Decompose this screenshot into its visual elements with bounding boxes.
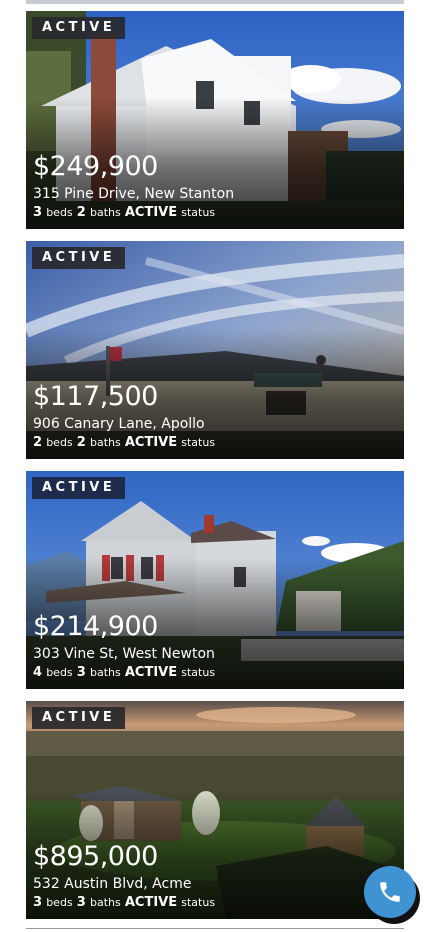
listing-address: 303 Vine St, West Newton [33,646,215,662]
status-label: status [181,896,216,909]
status-label: status [181,436,216,449]
baths-count: 3 [76,895,86,910]
status-value: ACTIVE [124,205,178,220]
status-badge: ACTIVE [32,707,126,729]
phone-icon [380,882,400,902]
listing-address: 315 Pine Drive, New Stanton [33,186,235,202]
status-value: ACTIVE [124,895,178,910]
baths-label: baths [89,206,121,219]
baths-label: baths [89,666,121,679]
baths-count: 2 [76,435,86,450]
baths-label: baths [89,436,121,449]
listing-info: $249,900 315 Pine Drive, New Stanton 3 b… [33,151,234,222]
call-button[interactable] [364,866,416,918]
status-label: status [181,666,216,679]
beds-count: 4 [33,665,43,680]
status-value: ACTIVE [124,665,178,680]
listing-card[interactable]: ACTIVE $249,900 315 Pine Drive, New Stan… [26,11,404,229]
listing-price: $895,000 [33,841,158,872]
listing-card[interactable]: ACTIVE $214,900 303 Vine St, West Newton… [26,471,404,689]
listing-details: 4 beds 3 baths ACTIVE status [33,664,215,682]
listing-address: 532 Austin Blvd, Acme [33,876,192,892]
status-label: status [181,206,216,219]
beds-label: beds [46,436,73,449]
listing-details: 2 beds 2 baths ACTIVE status [33,434,215,452]
listing-price: $249,900 [33,151,158,182]
listing-info: $117,500 906 Canary Lane, Apollo 2 beds … [33,381,215,452]
listing-card[interactable]: ACTIVE $895,000 532 Austin Blvd, Acme 3 … [26,701,404,919]
listing-price: $117,500 [33,381,158,412]
baths-count: 2 [76,205,86,220]
status-value: ACTIVE [124,435,178,450]
status-badge: ACTIVE [32,247,126,269]
top-divider [26,0,404,4]
listing-card[interactable]: ACTIVE $117,500 906 Canary Lane, Apollo … [26,241,404,459]
status-badge: ACTIVE [32,17,126,39]
beds-label: beds [46,666,73,679]
bottom-divider [26,928,404,929]
listing-details: 3 beds 3 baths ACTIVE status [33,894,215,912]
beds-count: 3 [33,895,43,910]
beds-count: 2 [33,435,43,450]
beds-label: beds [46,206,73,219]
baths-count: 3 [76,665,86,680]
listing-address: 906 Canary Lane, Apollo [33,416,205,432]
baths-label: baths [89,896,121,909]
listing-info: $214,900 303 Vine St, West Newton 4 beds… [33,611,215,682]
status-badge: ACTIVE [32,477,126,499]
beds-label: beds [46,896,73,909]
listing-info: $895,000 532 Austin Blvd, Acme 3 beds 3 … [33,841,215,912]
listing-price: $214,900 [33,611,158,642]
beds-count: 3 [33,205,43,220]
listing-details: 3 beds 2 baths ACTIVE status [33,204,234,222]
